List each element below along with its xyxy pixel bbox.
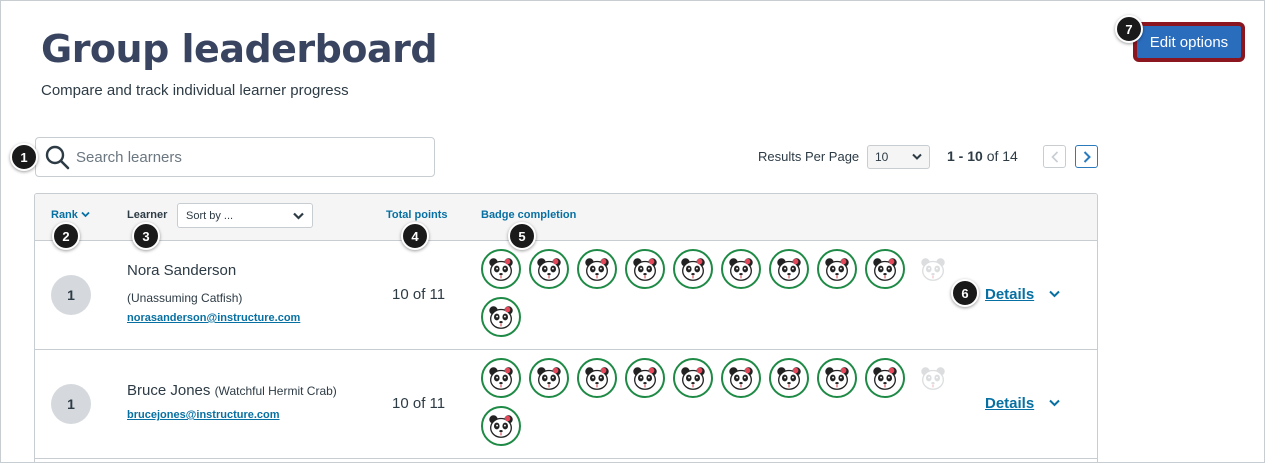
pagination-status: 1 - 10 of 14	[947, 148, 1018, 164]
learner-name: Bruce Jones	[127, 382, 211, 399]
rank-column-header[interactable]: Rank	[51, 209, 90, 221]
panda-badge-icon	[481, 358, 521, 398]
results-per-page-value: 10	[875, 150, 889, 164]
panda-badge-icon	[481, 297, 521, 337]
callout-marker: 6	[951, 279, 979, 307]
panda-badge-icon	[481, 406, 521, 446]
chevron-down-icon	[81, 211, 90, 218]
callout-marker: 7	[1115, 15, 1143, 43]
callout-marker: 4	[401, 222, 429, 250]
search-input[interactable]	[76, 148, 416, 166]
callout-marker: 3	[132, 222, 160, 250]
callout-marker: 1	[10, 143, 38, 171]
table-row: 1 Bruce Jones (Watchful Hermit Crab) bru…	[35, 350, 1097, 459]
badges-column-header[interactable]: Badge completion	[481, 209, 576, 221]
panda-badge-icon	[673, 249, 713, 289]
learner-column-header: Learner	[127, 209, 168, 221]
chevron-down-icon[interactable]	[1049, 399, 1060, 407]
rank-badge: 1	[51, 384, 91, 424]
panda-badge-icon	[769, 249, 809, 289]
learner-email[interactable]: norasanderson@instructure.com	[127, 312, 300, 324]
callout-marker: 5	[508, 222, 536, 250]
rank-header-label: Rank	[51, 209, 78, 221]
learner-nickname: (Unassuming Catfish)	[127, 291, 243, 305]
rank-badge: 1	[51, 275, 91, 315]
page-subtitle: Compare and track individual learner pro…	[41, 82, 349, 99]
panda-badge-icon	[529, 249, 569, 289]
sort-by-select[interactable]: Sort by ...	[177, 203, 313, 228]
search-box[interactable]	[35, 137, 435, 177]
pagination-range: 1 - 10	[947, 148, 983, 164]
panda-badge-icon	[865, 358, 905, 398]
details-link[interactable]: Details	[985, 395, 1034, 412]
learner-points: 10 of 11	[392, 286, 446, 303]
leaderboard-table: Rank Learner Sort by ... Total points Ba…	[34, 193, 1098, 462]
panda-badge-icon	[673, 358, 713, 398]
pagination-total: of 14	[986, 148, 1018, 164]
page-title: Group leaderboard	[41, 27, 438, 71]
locked-badge-icon	[913, 249, 953, 289]
learner-email[interactable]: brucejones@instructure.com	[127, 409, 280, 421]
panda-badge-icon	[865, 249, 905, 289]
panda-badge-icon	[625, 249, 665, 289]
panda-badge-icon	[769, 358, 809, 398]
panda-badge-icon	[529, 358, 569, 398]
panda-badge-icon	[721, 249, 761, 289]
leaderboard-page: Group leaderboard Compare and track indi…	[0, 0, 1265, 463]
next-page-button[interactable]	[1075, 145, 1098, 168]
locked-badge-icon	[913, 358, 953, 398]
panda-badge-icon	[577, 249, 617, 289]
results-per-page-label: Results Per Page	[758, 149, 860, 164]
chevron-right-icon	[1083, 150, 1091, 163]
chevron-down-icon	[293, 212, 304, 220]
table-row: 1 Nora Sanderson (Unassuming Catfish) no…	[35, 241, 1097, 350]
points-column-header[interactable]: Total points	[386, 209, 448, 221]
panda-badge-icon	[817, 358, 857, 398]
callout-marker: 2	[52, 222, 80, 250]
badge-list	[481, 249, 961, 337]
chevron-left-icon	[1050, 150, 1058, 163]
previous-page-button[interactable]	[1043, 145, 1066, 168]
learner-name-line: Bruce Jones (Watchful Hermit Crab)	[127, 382, 337, 399]
learner-nickname: (Watchful Hermit Crab)	[214, 384, 337, 398]
panda-badge-icon	[721, 358, 761, 398]
panda-badge-icon	[817, 249, 857, 289]
edit-options-button[interactable]: Edit options	[1134, 23, 1244, 61]
chevron-down-icon[interactable]	[1049, 290, 1060, 298]
results-per-page-select[interactable]: 10	[867, 145, 930, 169]
panda-badge-icon	[577, 358, 617, 398]
chevron-down-icon	[912, 153, 922, 160]
learner-name: Nora Sanderson	[127, 262, 237, 279]
table-header: Rank Learner Sort by ... Total points Ba…	[35, 194, 1097, 241]
badge-list	[481, 358, 961, 446]
panda-badge-icon	[625, 358, 665, 398]
learner-points: 10 of 11	[392, 395, 446, 412]
panda-badge-icon	[481, 249, 521, 289]
sort-by-value: Sort by ...	[186, 209, 234, 222]
details-link[interactable]: Details	[985, 286, 1034, 303]
search-icon	[45, 145, 70, 170]
